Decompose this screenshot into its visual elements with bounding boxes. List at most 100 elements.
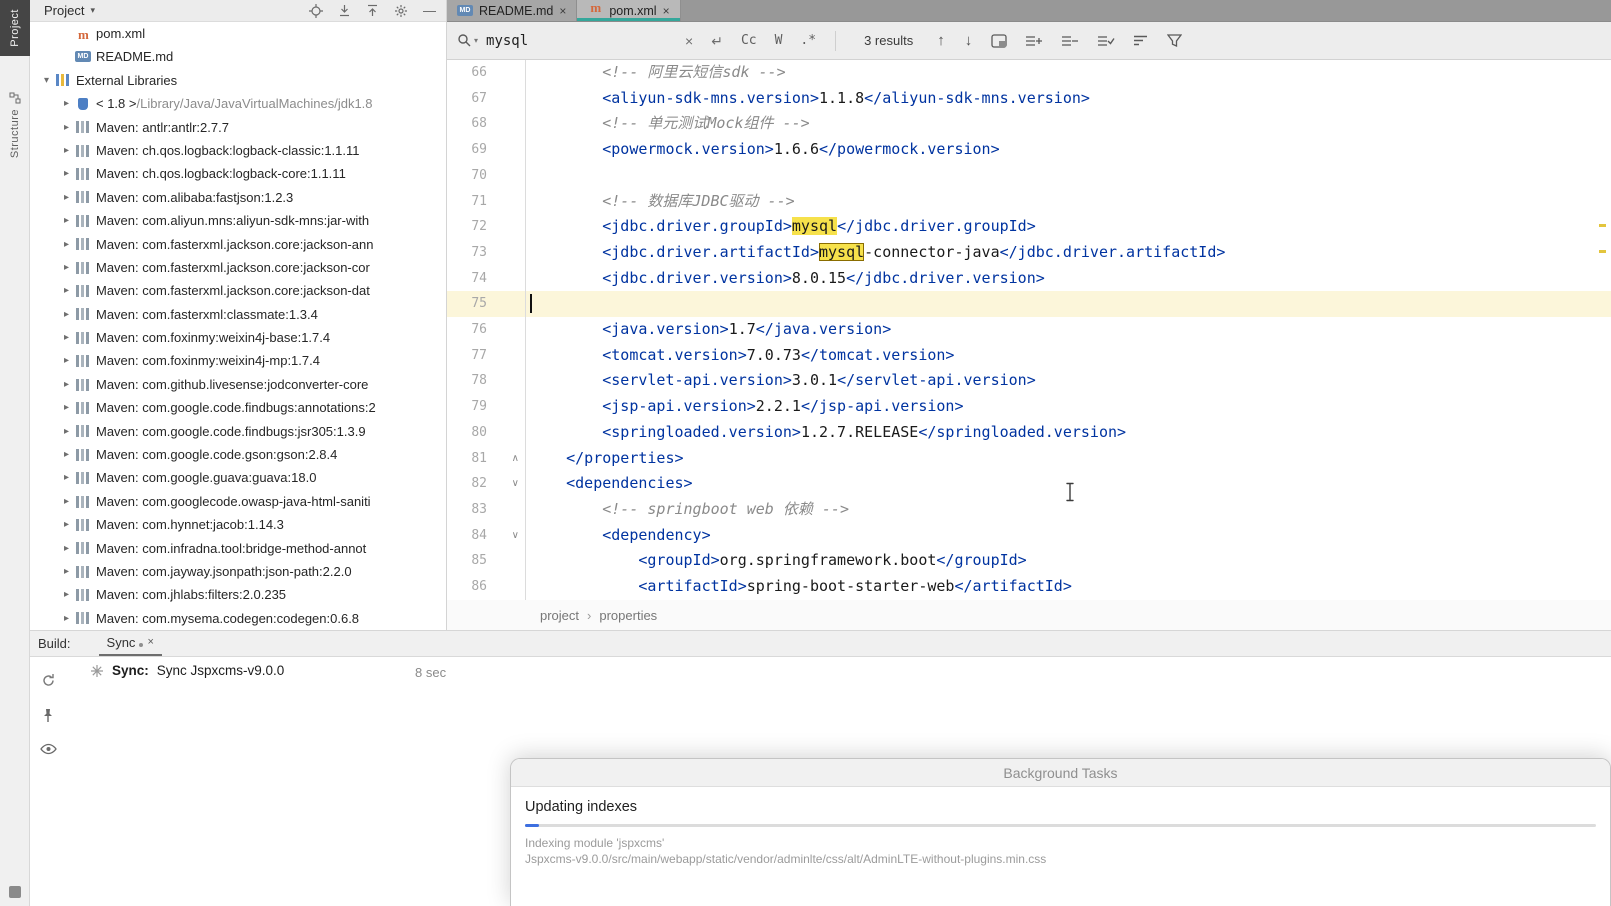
- tree-item[interactable]: ▸ Maven: ch.qos.logback:logback-classic:1…: [30, 139, 446, 162]
- code-line[interactable]: 66 <!-- 阿里云短信sdk -->: [447, 60, 1611, 86]
- code-line[interactable]: 79 <jsp-api.version>2.2.1</jsp-api.versi…: [447, 394, 1611, 420]
- tree-item[interactable]: ▸ Maven: com.google.code.findbugs:jsr305:…: [30, 420, 446, 443]
- project-view-selector[interactable]: Project: [44, 3, 84, 18]
- tree-item[interactable]: ▸ Maven: com.jhlabs:filters:2.0.235: [30, 583, 446, 606]
- filter-icon[interactable]: [1167, 34, 1183, 47]
- add-occurrence-icon[interactable]: [1025, 34, 1043, 48]
- code-line[interactable]: 78 <servlet-api.version>3.0.1</servlet-a…: [447, 368, 1611, 394]
- locate-file-icon[interactable]: [309, 3, 323, 18]
- chevron-right-icon[interactable]: ▸: [58, 560, 75, 583]
- tree-item[interactable]: ▸ Maven: com.googlecode.owasp-java-html-s…: [30, 490, 446, 513]
- stripe-button-structure[interactable]: Structure: [0, 92, 30, 188]
- tree-item[interactable]: ▸ Maven: com.fasterxml.jackson.core:jacks…: [30, 279, 446, 302]
- chevron-right-icon[interactable]: ▸: [58, 116, 75, 139]
- sort-lines-icon[interactable]: [1133, 34, 1149, 47]
- search-in-selection-icon[interactable]: [991, 33, 1007, 48]
- stripe-button-partial[interactable]: [9, 886, 21, 898]
- chevron-right-icon[interactable]: ▸: [58, 490, 75, 513]
- chevron-right-icon[interactable]: ▸: [58, 607, 75, 630]
- chevron-right-icon[interactable]: ▸: [58, 92, 75, 115]
- chevron-right-icon[interactable]: ▸: [58, 466, 75, 489]
- tree-item[interactable]: ▸ Maven: com.hynnet:jacob:1.14.3: [30, 513, 446, 536]
- tree-item[interactable]: ▸ Maven: com.foxinmy:weixin4j-base:1.7.4: [30, 326, 446, 349]
- collapse-all-icon[interactable]: [366, 4, 379, 17]
- chevron-right-icon[interactable]: ▸: [58, 209, 75, 232]
- tree-item[interactable]: ▸ Maven: com.fasterxml.jackson.core:jacks…: [30, 233, 446, 256]
- chevron-right-icon[interactable]: ▸: [58, 256, 75, 279]
- chevron-right-icon[interactable]: ▸: [58, 513, 75, 536]
- tab-pom[interactable]: pom.xml ×: [577, 0, 681, 21]
- chevron-right-icon[interactable]: ▸: [58, 303, 75, 326]
- background-tasks-title[interactable]: Background Tasks: [511, 759, 1610, 787]
- tree-item[interactable]: ▸ Maven: antlr:antlr:2.7.7: [30, 116, 446, 139]
- close-icon[interactable]: ×: [147, 637, 153, 648]
- close-icon[interactable]: ×: [559, 5, 566, 17]
- search-stripe-mark[interactable]: [1599, 250, 1606, 253]
- tree-item[interactable]: ▸ Maven: com.foxinmy:weixin4j-mp:1.7.4: [30, 349, 446, 372]
- tree-item[interactable]: ▸ Maven: ch.qos.logback:logback-core:1.1.…: [30, 162, 446, 185]
- chevron-right-icon[interactable]: ▸: [58, 537, 75, 560]
- chevron-right-icon[interactable]: ▸: [58, 443, 75, 466]
- chevron-right-icon[interactable]: ▸: [58, 139, 75, 162]
- match-case-toggle[interactable]: Cc: [741, 33, 757, 48]
- tree-item[interactable]: ▸ Maven: com.google.guava:guava:18.0: [30, 466, 446, 489]
- code-line[interactable]: 76 <java.version>1.7</java.version>: [447, 317, 1611, 343]
- clear-search-icon[interactable]: ×: [685, 34, 693, 48]
- code-line[interactable]: 84 ∨ <dependency>: [447, 523, 1611, 549]
- fold-marker-icon[interactable]: ∧: [487, 446, 525, 472]
- code-line[interactable]: 70: [447, 163, 1611, 189]
- select-all-occurrences-icon[interactable]: [1097, 34, 1115, 48]
- code-line[interactable]: 86 <artifactId>spring-boot-starter-web</…: [447, 574, 1611, 600]
- chevron-right-icon[interactable]: ▸: [58, 162, 75, 185]
- tree-item[interactable]: README.md: [30, 45, 446, 68]
- tree-item[interactable]: ▸ Maven: com.jayway.jsonpath:json-path:2.…: [30, 560, 446, 583]
- code-line[interactable]: 71 <!-- 数据库JDBC驱动 -->: [447, 189, 1611, 215]
- tree-item[interactable]: ▸ Maven: com.infradna.tool:bridge-method-…: [30, 537, 446, 560]
- fold-marker-icon[interactable]: ∨: [487, 471, 525, 497]
- expand-all-icon[interactable]: [338, 4, 351, 17]
- newline-icon[interactable]: ↵: [711, 34, 723, 48]
- stripe-button-project[interactable]: Project: [0, 0, 30, 56]
- code-line[interactable]: 85 <groupId>org.springframework.boot</gr…: [447, 548, 1611, 574]
- code-line[interactable]: 68 <!-- 单元测试Mock组件 -->: [447, 111, 1611, 137]
- tree-item[interactable]: ▸ Maven: com.github.livesense:jodconverte…: [30, 373, 446, 396]
- build-tab-sync[interactable]: Sync ×: [98, 631, 162, 656]
- code-line[interactable]: 75: [447, 291, 1611, 318]
- previous-match-icon[interactable]: ↑: [937, 32, 945, 49]
- chevron-right-icon[interactable]: ▸: [58, 396, 75, 419]
- code-line[interactable]: 69 <powermock.version>1.6.6</powermock.v…: [447, 137, 1611, 163]
- code-line[interactable]: 83 <!-- springboot web 依赖 -->: [447, 497, 1611, 523]
- code-line[interactable]: 81 ∧ </properties>: [447, 446, 1611, 472]
- breadcrumb-item-properties[interactable]: properties: [599, 608, 657, 623]
- chevron-down-icon[interactable]: ▾: [38, 69, 55, 92]
- fold-marker-icon[interactable]: ∨: [487, 523, 525, 549]
- search-input[interactable]: [486, 32, 677, 49]
- next-match-icon[interactable]: ↓: [965, 32, 973, 49]
- tree-item[interactable]: ▸ Maven: com.alibaba:fastjson:1.2.3: [30, 186, 446, 209]
- chevron-right-icon[interactable]: ▸: [58, 279, 75, 302]
- code-line[interactable]: 82 ∨ <dependencies>: [447, 471, 1611, 497]
- chevron-down-icon[interactable]: ▾: [90, 5, 95, 16]
- tree-item[interactable]: ▸ Maven: com.fasterxml:classmate:1.3.4: [30, 303, 446, 326]
- tab-readme[interactable]: README.md ×: [447, 0, 578, 21]
- tree-item[interactable]: ▸ Maven: com.fasterxml.jackson.core:jacks…: [30, 256, 446, 279]
- tree-item[interactable]: ▸ Maven: com.google.code.gson:gson:2.8.4: [30, 443, 446, 466]
- tree-item[interactable]: ▸ Maven: com.google.code.findbugs:annotat…: [30, 396, 446, 419]
- tree-item[interactable]: pom.xml: [30, 22, 446, 46]
- code-line[interactable]: 73 <jdbc.driver.artifactId>mysql-connect…: [447, 240, 1611, 266]
- remove-occurrence-icon[interactable]: [1061, 34, 1079, 48]
- close-icon[interactable]: ×: [663, 5, 670, 17]
- tree-item[interactable]: ▸ < 1.8 > /Library/Java/JavaVirtualMachin…: [30, 92, 446, 115]
- pin-icon[interactable]: [41, 708, 55, 723]
- chevron-right-icon[interactable]: ▸: [58, 349, 75, 372]
- chevron-right-icon[interactable]: ▸: [58, 233, 75, 256]
- code-line[interactable]: 77 <tomcat.version>7.0.73</tomcat.versio…: [447, 343, 1611, 369]
- tree-item[interactable]: ▸ Maven: com.aliyun.mns:aliyun-sdk-mns:ja…: [30, 209, 446, 232]
- build-status-row[interactable]: Sync: Sync Jspxcms-v9.0.0: [90, 663, 284, 678]
- chevron-right-icon[interactable]: ▸: [58, 326, 75, 349]
- search-icon[interactable]: ▾: [457, 33, 478, 48]
- code-line[interactable]: 67 <aliyun-sdk-mns.version>1.1.8</aliyun…: [447, 86, 1611, 112]
- code-line[interactable]: 72 <jdbc.driver.groupId>mysql</jdbc.driv…: [447, 214, 1611, 240]
- whole-words-toggle[interactable]: W: [775, 33, 783, 48]
- breadcrumb-item-project[interactable]: project: [540, 608, 579, 623]
